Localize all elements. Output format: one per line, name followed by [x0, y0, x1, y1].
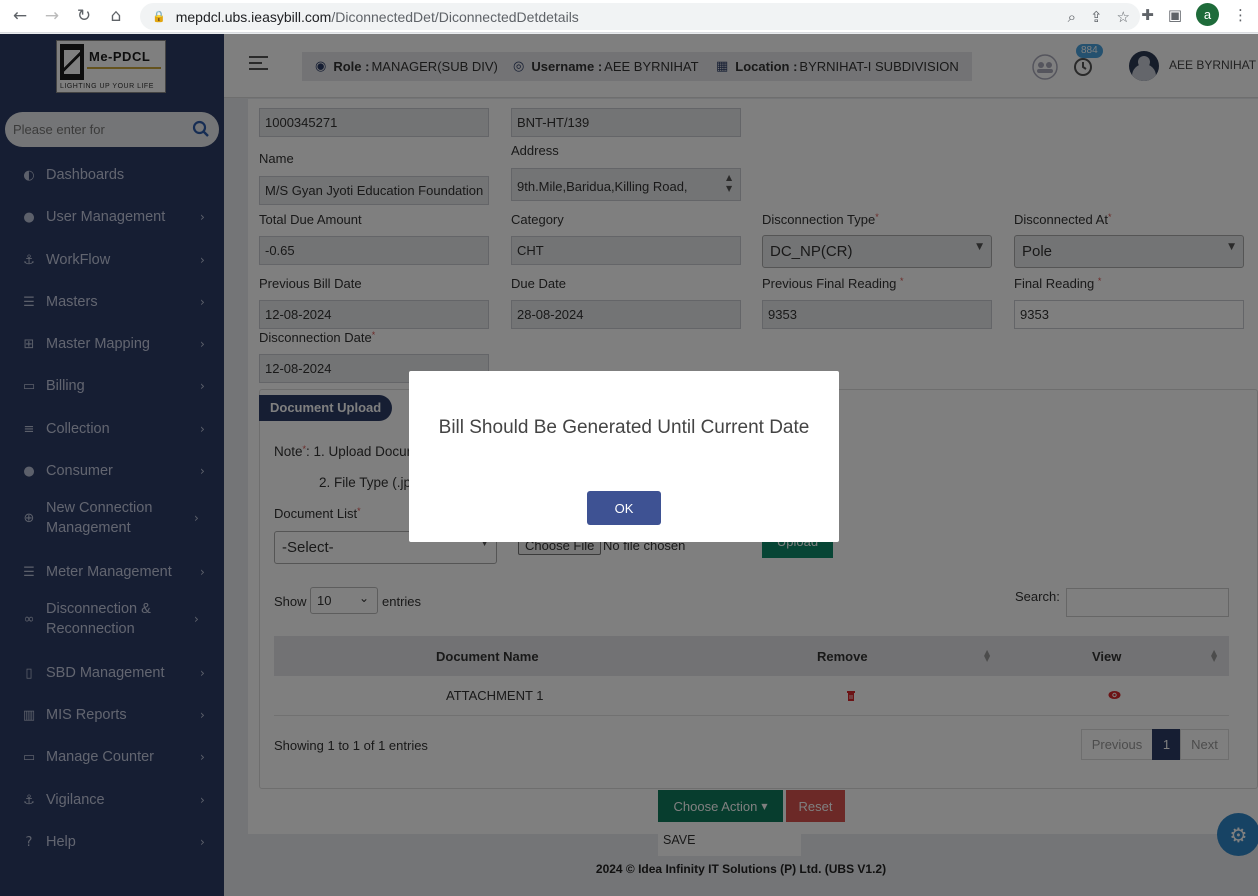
- url-text: mepdcl.ubs.ieasybill.com/DiconnectedDet/…: [175, 8, 579, 25]
- share-icon[interactable]: ⇪: [1090, 8, 1103, 26]
- forward-icon[interactable]: →: [36, 0, 68, 33]
- extensions-icon[interactable]: ✚: [1141, 6, 1154, 24]
- menu-kebab-icon[interactable]: ⋮: [1233, 6, 1248, 24]
- ok-button[interactable]: OK: [587, 491, 661, 525]
- sidepanel-icon[interactable]: ▣: [1168, 6, 1182, 24]
- browser-toolbar: ← → ↻ ⌂ 🔒 mepdcl.ubs.ieasybill.com/Dicon…: [0, 0, 1258, 33]
- reload-icon[interactable]: ↻: [68, 0, 100, 33]
- bookmark-star-icon[interactable]: ☆: [1117, 8, 1130, 26]
- zoom-icon[interactable]: ⌕: [1068, 8, 1076, 26]
- alert-dialog: Bill Should Be Generated Until Current D…: [409, 371, 839, 542]
- alert-message: Bill Should Be Generated Until Current D…: [438, 417, 810, 438]
- address-bar[interactable]: 🔒 mepdcl.ubs.ieasybill.com/DiconnectedDe…: [140, 3, 1140, 30]
- back-icon[interactable]: ←: [4, 0, 36, 33]
- lock-icon: 🔒: [152, 10, 166, 23]
- profile-avatar[interactable]: a: [1196, 3, 1219, 26]
- home-icon[interactable]: ⌂: [100, 0, 132, 33]
